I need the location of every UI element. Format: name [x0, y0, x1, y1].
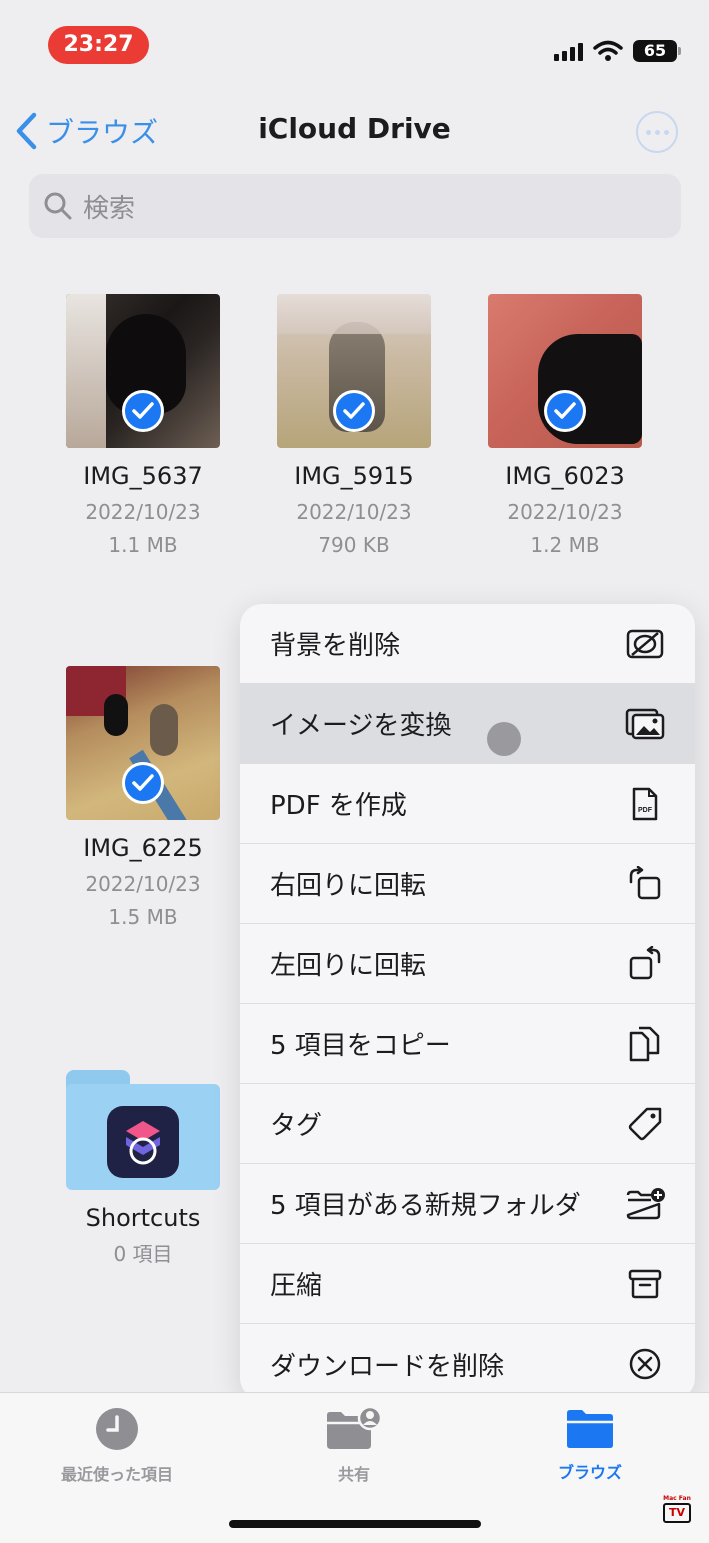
file-name: IMG_5637 — [83, 462, 203, 490]
menu-item-label: 圧縮 — [270, 1271, 323, 1301]
menu-item-compress[interactable]: 圧縮 — [240, 1244, 695, 1324]
tab-recents[interactable]: 最近使った項目 — [37, 1407, 197, 1485]
tab-browse[interactable]: ブラウズ — [510, 1407, 670, 1483]
file-size: 1.1 MB — [108, 533, 178, 557]
photo-thumbnail — [488, 294, 642, 448]
shared-folder-icon — [327, 1405, 383, 1449]
folder-item[interactable] — [66, 1070, 220, 1190]
folder-icon — [567, 1410, 613, 1448]
wifi-icon — [593, 40, 623, 61]
menu-item-rotate-left[interactable]: 左回りに回転 — [240, 924, 695, 1004]
selected-checkmark-icon — [544, 390, 586, 432]
folder-label: Shortcuts 0 項目 — [43, 1204, 243, 1266]
selected-checkmark-icon — [122, 390, 164, 432]
folder-count: 0 項目 — [113, 1242, 173, 1266]
menu-item-label: 左回りに回転 — [270, 951, 427, 981]
photo-thumbnail — [277, 294, 431, 448]
search-field[interactable]: 検索 — [29, 174, 681, 238]
menu-item-label: タグ — [270, 1111, 323, 1141]
file-size: 790 KB — [318, 533, 390, 557]
tag-icon — [625, 1104, 665, 1144]
menu-item-label: イメージを変換 — [270, 711, 452, 741]
cellular-signal-icon — [554, 41, 583, 61]
tab-shared[interactable]: 共有 — [274, 1405, 434, 1485]
convert-image-icon — [625, 704, 665, 744]
menu-item-remove-download[interactable]: ダウンロードを削除 — [240, 1324, 695, 1400]
menu-item-tag[interactable]: タグ — [240, 1084, 695, 1164]
menu-item-label: PDF を作成 — [270, 791, 407, 821]
photo-thumbnail — [66, 666, 220, 820]
search-placeholder: 検索 — [83, 193, 136, 224]
file-date: 2022/10/23 — [85, 872, 201, 896]
file-name: IMG_6225 — [83, 834, 203, 862]
menu-item-label: 5 項目をコピー — [270, 1031, 451, 1061]
archive-icon — [625, 1264, 665, 1304]
selected-checkmark-icon — [122, 762, 164, 804]
ellipsis-icon — [645, 129, 651, 135]
tab-recents-label: 最近使った項目 — [60, 1465, 173, 1484]
folder-name: Shortcuts — [85, 1204, 201, 1232]
photo-thumbnail — [66, 294, 220, 448]
menu-item-label: ダウンロードを削除 — [270, 1351, 505, 1382]
menu-item-label: 5 項目がある新規フォルダ — [270, 1191, 581, 1221]
file-name: IMG_5915 — [294, 462, 414, 490]
rotate-left-icon — [625, 944, 665, 984]
file-date: 2022/10/23 — [296, 500, 412, 524]
menu-item-new-folder[interactable]: 5 項目がある新規フォルダ — [240, 1164, 695, 1244]
context-menu: 背景を削除 イメージを変換 PDF を作成 PDF 右回りに回転 左回りに回転 … — [240, 604, 695, 1400]
tab-shared-label: 共有 — [337, 1465, 370, 1484]
clock-icon — [96, 1408, 138, 1450]
tab-browse-label: ブラウズ — [557, 1463, 622, 1482]
page-title: iCloud Drive — [258, 112, 451, 145]
rotate-right-icon — [625, 864, 665, 904]
file-size: 1.5 MB — [108, 905, 178, 929]
menu-item-create-pdf[interactable]: PDF を作成 PDF — [240, 764, 695, 844]
file-date: 2022/10/23 — [507, 500, 623, 524]
touch-indicator — [487, 722, 521, 756]
menu-item-remove-background[interactable]: 背景を削除 — [240, 604, 695, 684]
file-date: 2022/10/23 — [85, 500, 201, 524]
battery-indicator: 65 — [633, 40, 681, 62]
menu-item-copy[interactable]: 5 項目をコピー — [240, 1004, 695, 1084]
search-icon — [44, 192, 72, 220]
menu-item-label: 背景を削除 — [270, 631, 401, 661]
more-options-button[interactable] — [636, 111, 678, 153]
pdf-icon: PDF — [625, 784, 665, 824]
status-icons: 65 — [554, 38, 681, 64]
remove-background-icon — [625, 624, 665, 664]
file-size: 1.2 MB — [530, 533, 600, 557]
menu-item-convert-image[interactable]: イメージを変換 — [240, 684, 695, 764]
file-item[interactable]: IMG_6023 2022/10/23 1.2 MB — [465, 294, 665, 557]
watermark-logo: Mac Fan TV — [661, 1495, 693, 1529]
file-item[interactable]: IMG_6225 2022/10/23 1.5 MB — [43, 666, 243, 929]
new-folder-icon — [625, 1184, 665, 1224]
file-item[interactable]: IMG_5637 2022/10/23 1.1 MB — [43, 294, 243, 557]
remove-download-icon — [625, 1344, 665, 1384]
file-name: IMG_6023 — [505, 462, 625, 490]
copy-icon — [625, 1024, 665, 1064]
selected-checkmark-icon — [333, 390, 375, 432]
home-indicator — [229, 1520, 481, 1528]
svg-text:PDF: PDF — [638, 807, 653, 814]
menu-item-label: 右回りに回転 — [270, 871, 427, 901]
menu-item-rotate-right[interactable]: 右回りに回転 — [240, 844, 695, 924]
file-item[interactable]: IMG_5915 2022/10/23 790 KB — [254, 294, 454, 557]
status-time: 23:27 — [48, 26, 149, 64]
shortcuts-app-icon — [107, 1106, 179, 1178]
